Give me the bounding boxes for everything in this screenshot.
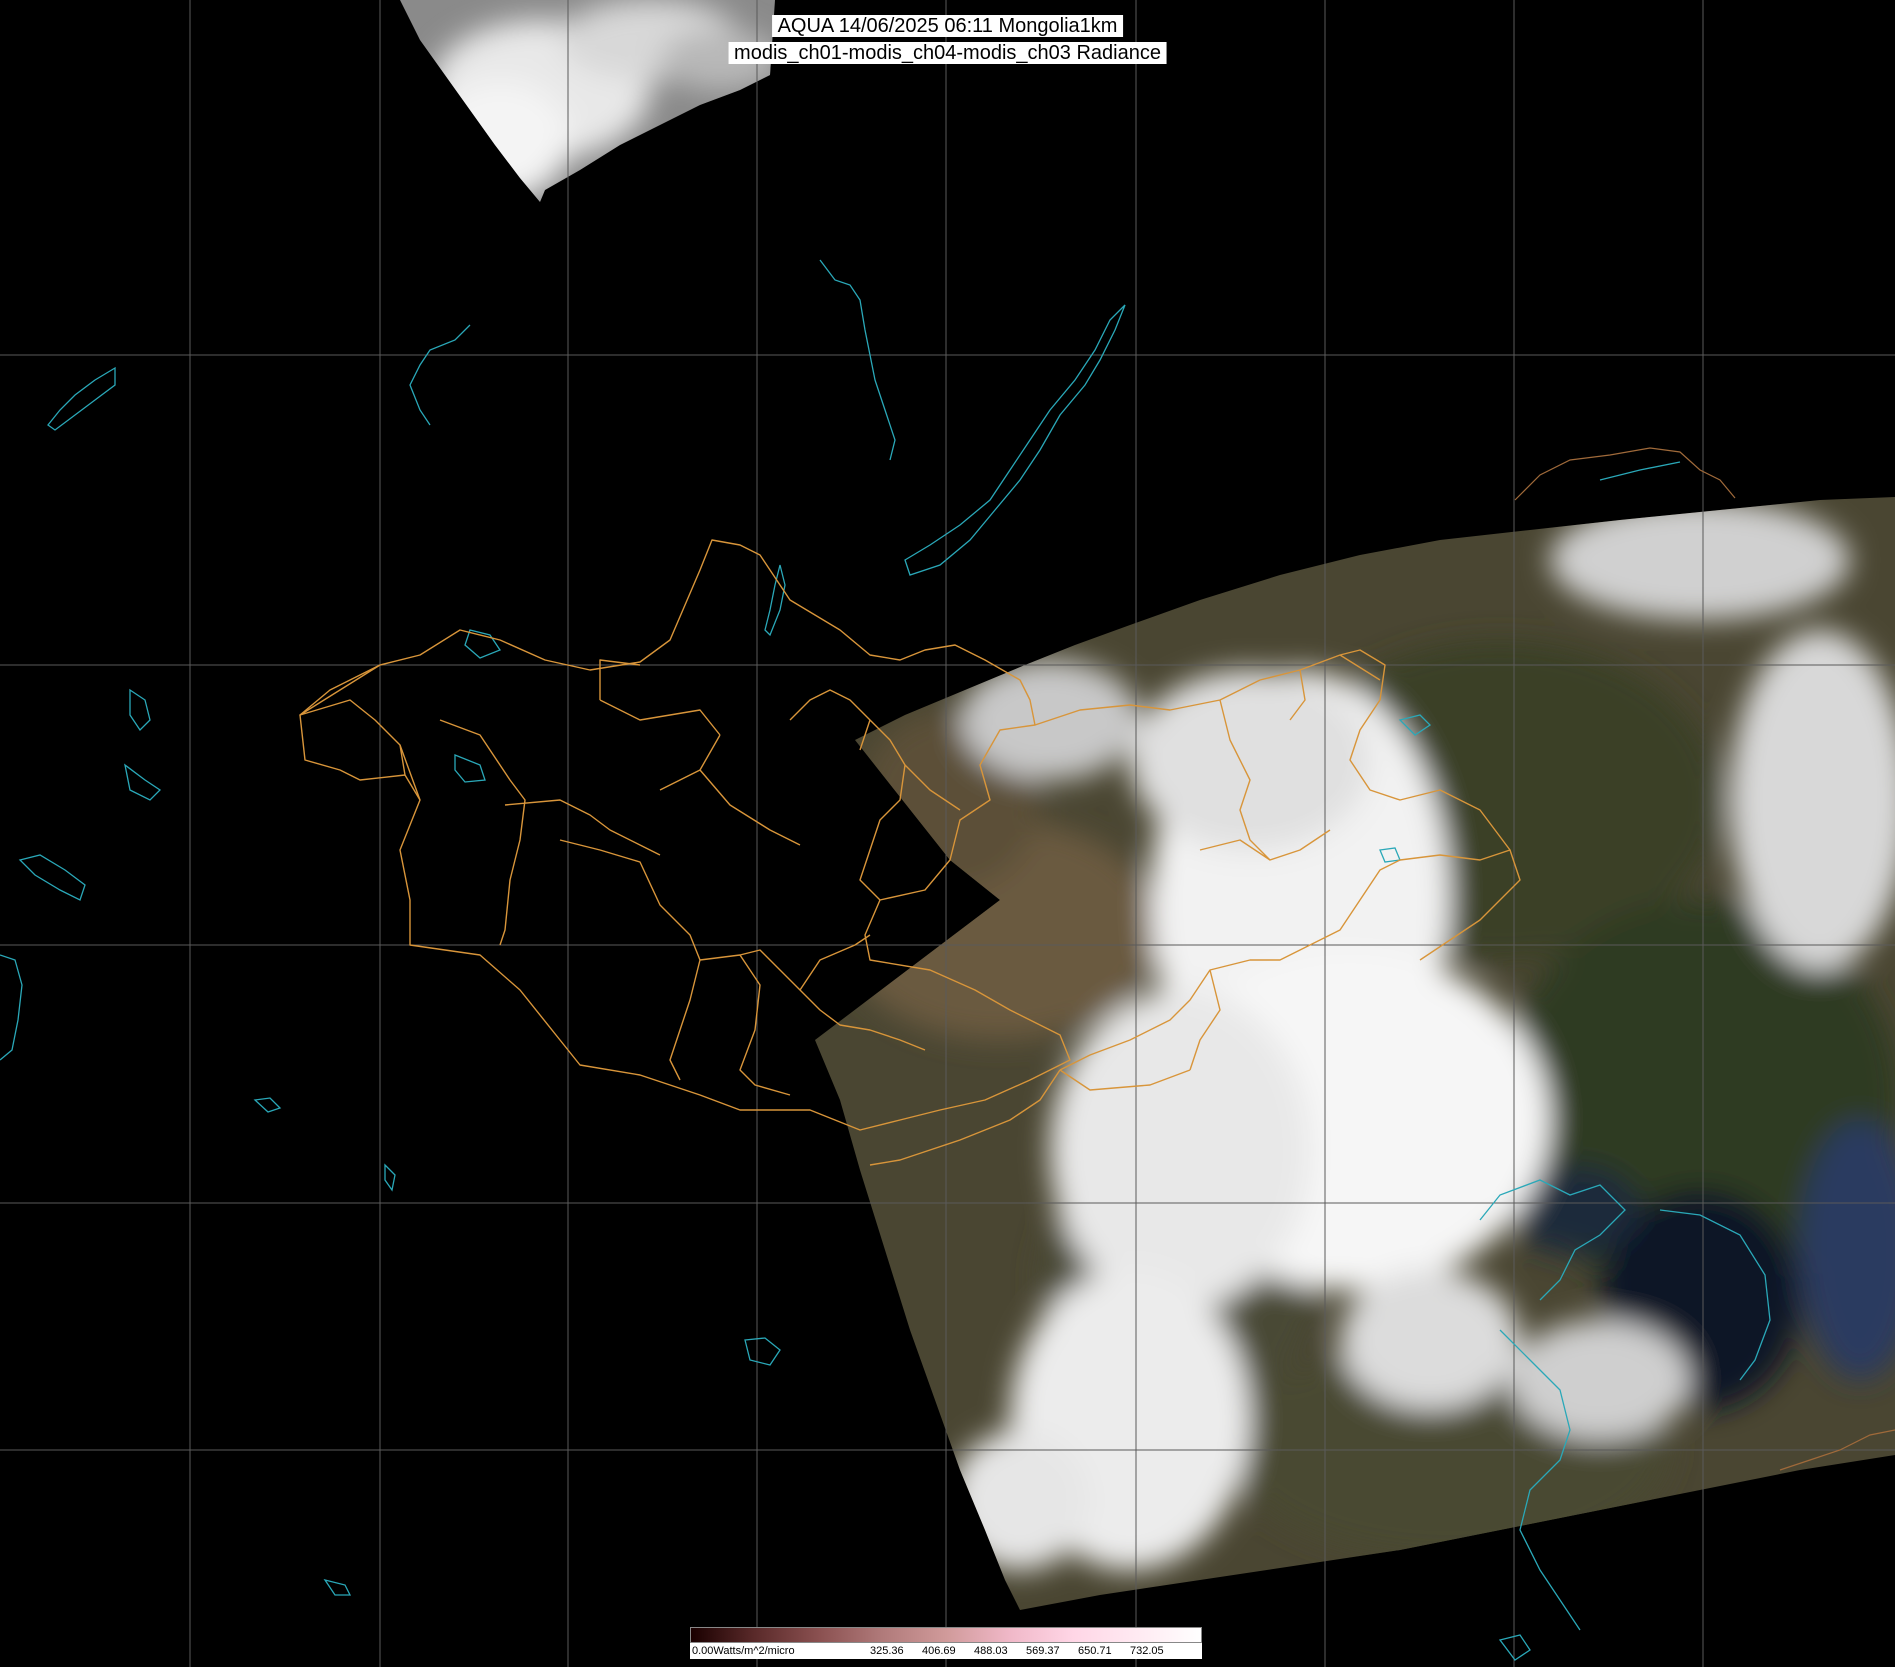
colorbar-tick: 569.37 (1026, 1645, 1060, 1657)
title-line-1: AQUA 14/06/2025 06:11 Mongolia1km (771, 15, 1124, 37)
title-line-2: modis_ch01-modis_ch04-modis_ch03 Radianc… (728, 42, 1167, 64)
colorbar-tick: 406.69 (922, 1645, 956, 1657)
colorbar-unit-label: 0.00Watts/m^2/micro (692, 1645, 795, 1657)
colorbar-tick: 488.03 (974, 1645, 1008, 1657)
colorbar-legend: 0.00Watts/m^2/micro 325.36 406.69 488.03… (690, 1627, 1202, 1659)
colorbar-labels: 0.00Watts/m^2/micro 325.36 406.69 488.03… (690, 1643, 1202, 1659)
colorbar-tick: 325.36 (870, 1645, 904, 1657)
colorbar-tick: 650.71 (1078, 1645, 1112, 1657)
satellite-map (0, 0, 1895, 1667)
colorbar-gradient (690, 1627, 1202, 1643)
colorbar-tick: 732.05 (1130, 1645, 1164, 1657)
